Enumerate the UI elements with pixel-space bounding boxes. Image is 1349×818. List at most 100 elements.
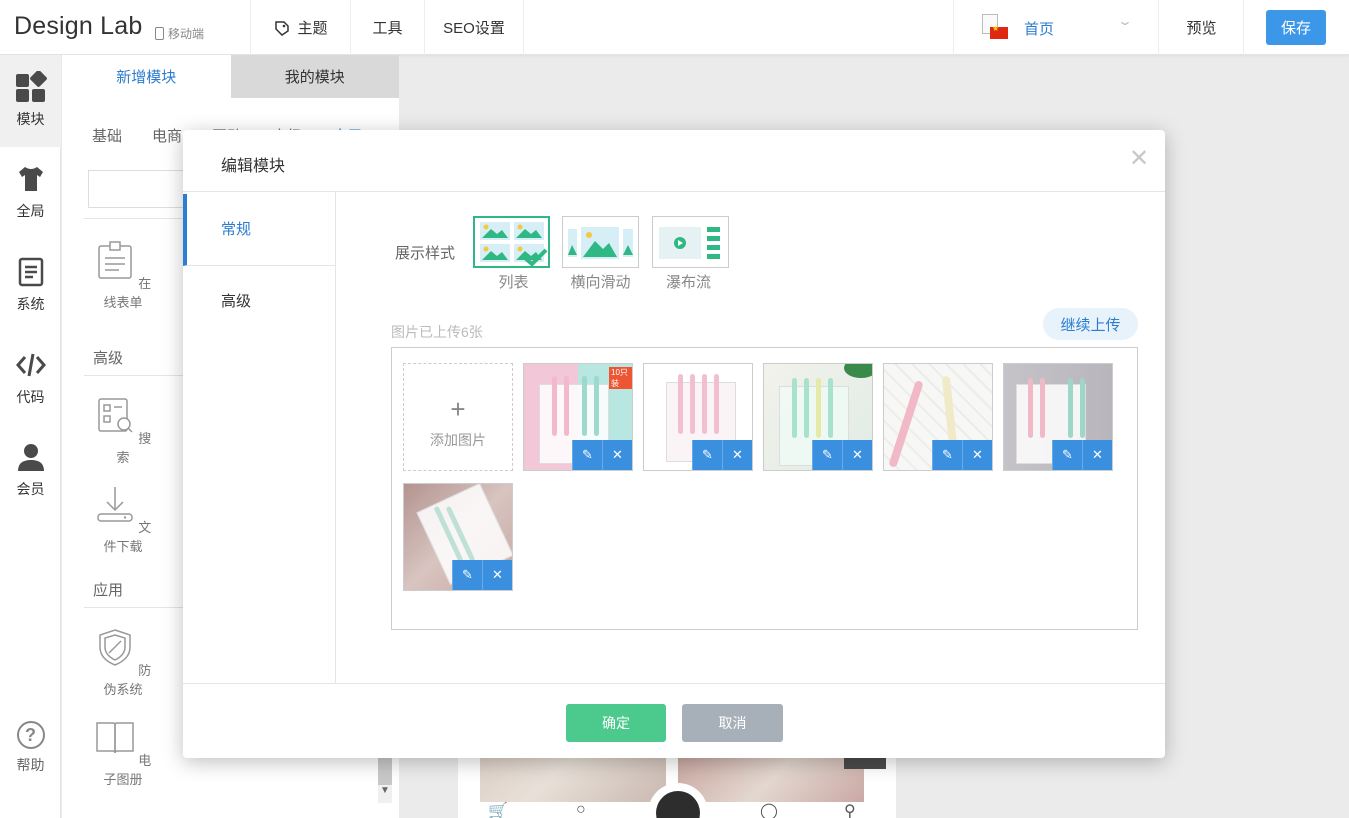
cart-icon[interactable]: 🛒 <box>488 801 508 818</box>
toothbrush <box>714 374 719 434</box>
rail-label-modules: 模块 <box>16 111 45 127</box>
tab-advanced[interactable]: 高级 <box>183 266 336 338</box>
preview-image <box>480 757 666 802</box>
book-icon <box>95 722 134 754</box>
module-search-input[interactable] <box>88 170 198 208</box>
toothbrush <box>690 374 695 434</box>
location-icon[interactable]: ⚲ <box>844 801 856 818</box>
image-actions: ✎ ✕ <box>932 440 992 470</box>
save-button[interactable]: 保存 <box>1266 10 1326 45</box>
delete-icon[interactable]: ✕ <box>482 560 512 590</box>
edit-icon[interactable]: ✎ <box>932 440 962 470</box>
shirt-icon <box>18 167 43 191</box>
phone-preview: 🛒 ○ ◯ ⚲ <box>458 757 896 818</box>
scroll-down-arrow[interactable]: ▼ <box>378 785 392 801</box>
category-basic[interactable]: 基础 <box>92 125 122 146</box>
section-apps: 应用 <box>93 582 124 599</box>
rail-item-help[interactable]: ? 帮助 <box>0 705 61 797</box>
image-gallery: + 添加图片 10只装 ✎ ✕ ✎ ✕ ✎ ✕ ✎ ✕ ✎ ✕ ✎ ✕ <box>391 347 1138 630</box>
help-icon: ? <box>16 721 45 749</box>
module-item-label: 文件下载 <box>103 520 152 554</box>
add-image-button[interactable]: + 添加图片 <box>403 363 513 471</box>
module-item-search[interactable]: 搜索 <box>92 395 154 466</box>
gallery-image[interactable]: ✎ ✕ <box>1003 363 1113 471</box>
delete-icon[interactable]: ✕ <box>962 440 992 470</box>
toothbrush <box>828 378 833 438</box>
user-icon <box>17 444 44 471</box>
rail-item-system[interactable]: 系统 <box>0 240 61 332</box>
chat-icon[interactable]: ◯ <box>760 801 778 818</box>
slider-gallery-icon <box>568 227 633 259</box>
tab-my-modules[interactable]: 我的模块 <box>230 55 399 98</box>
shield-icon <box>98 629 131 666</box>
gallery-image[interactable]: ✎ ✕ <box>883 363 993 471</box>
style-option-list[interactable] <box>473 216 550 268</box>
rail-label-code: 代码 <box>16 389 45 405</box>
gallery-image[interactable]: ✎ ✕ <box>643 363 753 471</box>
download-icon <box>96 487 133 522</box>
toothbrush <box>804 378 809 438</box>
rail-item-global[interactable]: 全局 <box>0 147 61 239</box>
toothbrush <box>594 376 599 436</box>
rail-item-modules[interactable]: 模块 <box>0 55 61 147</box>
edit-module-dialog: 编辑模块 ✕ 常规 高级 展示样式 列表 横向滑动 瀑布流 图片已上传6张 继续… <box>183 130 1165 758</box>
module-item-anti-counterfeit[interactable]: 防伪系统 <box>92 627 154 698</box>
preview-button[interactable]: 预览 <box>1160 0 1244 55</box>
delete-icon[interactable]: ✕ <box>722 440 752 470</box>
nav-tools-label: 工具 <box>372 20 403 37</box>
style-caption-horizontal: 横向滑动 <box>570 274 631 291</box>
toothbrush <box>702 374 707 434</box>
edit-icon[interactable]: ✎ <box>452 560 482 590</box>
image-actions: ✎ ✕ <box>812 440 872 470</box>
delete-icon[interactable]: ✕ <box>1082 440 1112 470</box>
product-badge: 10只装 <box>609 367 632 389</box>
dialog-header: 编辑模块 ✕ <box>183 130 1165 192</box>
style-option-waterfall[interactable] <box>652 216 729 268</box>
cancel-button[interactable]: 取消 <box>682 704 783 742</box>
gallery-image[interactable]: ✎ ✕ <box>403 483 513 591</box>
toothbrush <box>678 374 683 434</box>
module-item-e-album[interactable]: 电子图册 <box>92 717 154 788</box>
search-icon[interactable]: ○ <box>576 801 586 818</box>
gallery-image[interactable]: 10只装 ✎ ✕ <box>523 363 633 471</box>
top-bar: Design Lab 移动端 主题 工具 SEO设置 首页 ⌄ 预览 保存 <box>0 0 1349 55</box>
leaf <box>844 364 872 378</box>
rail-item-code[interactable]: 代码 <box>0 333 61 425</box>
module-item-label: 搜索 <box>116 431 152 465</box>
section-advanced: 高级 <box>93 350 124 367</box>
module-item-online-form[interactable]: 在线表单 <box>92 240 154 311</box>
style-caption-waterfall: 瀑布流 <box>665 274 711 291</box>
module-item-file-download[interactable]: 文件下载 <box>92 484 154 555</box>
gallery-image[interactable]: ✎ ✕ <box>763 363 873 471</box>
search-doc-icon <box>97 398 133 433</box>
rail-item-members[interactable]: 会员 <box>0 425 61 517</box>
edit-icon[interactable]: ✎ <box>812 440 842 470</box>
nav-seo[interactable]: SEO设置 <box>424 0 524 55</box>
nav-seo-label: SEO设置 <box>443 20 505 37</box>
toothbrush <box>888 379 924 469</box>
waterfall-icon <box>659 227 720 259</box>
delete-icon[interactable]: ✕ <box>842 440 872 470</box>
delete-icon[interactable]: ✕ <box>602 440 632 470</box>
category-ecommerce[interactable]: 电商 <box>152 125 182 146</box>
module-item-label: 在线表单 <box>103 276 152 310</box>
edit-icon[interactable]: ✎ <box>692 440 722 470</box>
tab-add-module[interactable]: 新增模块 <box>62 55 231 98</box>
tab-general[interactable]: 常规 <box>183 194 336 266</box>
continue-upload-button[interactable]: 继续上传 <box>1043 308 1138 340</box>
document-icon <box>18 257 43 287</box>
toothbrush <box>1080 378 1085 438</box>
close-icon[interactable]: ✕ <box>1129 144 1149 173</box>
edit-icon[interactable]: ✎ <box>572 440 602 470</box>
style-option-horizontal-scroll[interactable] <box>562 216 639 268</box>
toothbrush <box>582 376 587 436</box>
nav-tools[interactable]: 工具 <box>350 0 424 55</box>
edit-icon[interactable]: ✎ <box>1052 440 1082 470</box>
scrollbar-thumb[interactable] <box>378 755 392 785</box>
confirm-button[interactable]: 确定 <box>566 704 666 742</box>
toothbrush <box>816 378 821 438</box>
phone-icon <box>155 27 164 40</box>
device-indicator[interactable]: 移动端 <box>155 25 204 42</box>
nav-theme[interactable]: 主题 <box>250 0 350 55</box>
page-selector[interactable]: 首页 ⌄ <box>953 0 1159 55</box>
